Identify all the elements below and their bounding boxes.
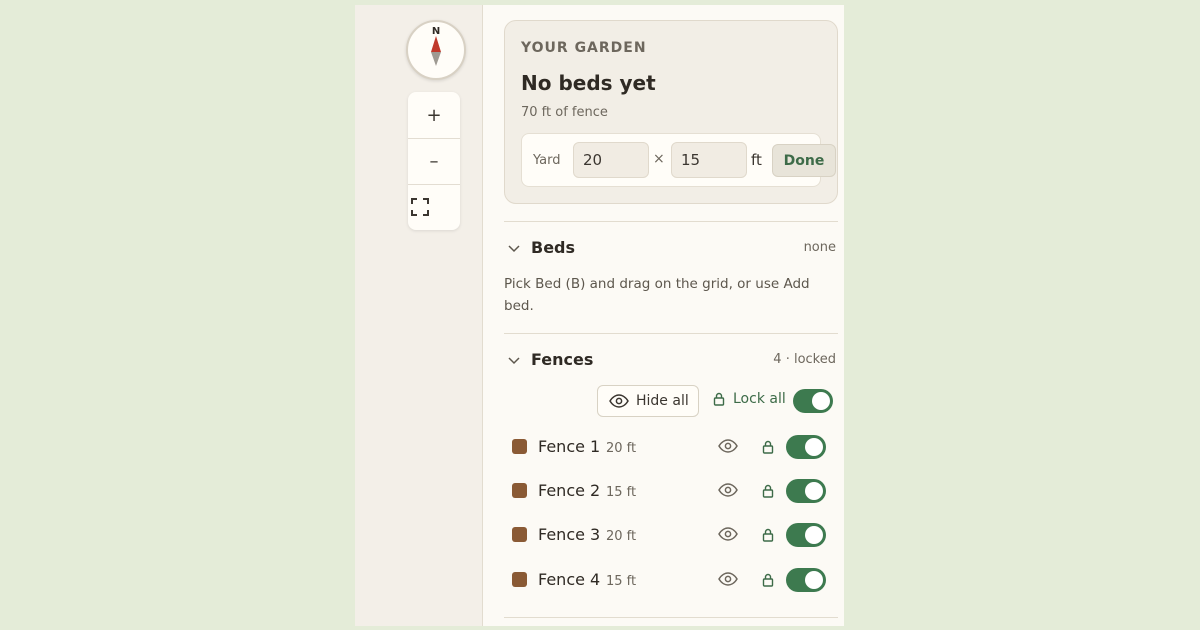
lock-icon bbox=[762, 483, 774, 502]
compass-button[interactable]: N bbox=[406, 20, 466, 80]
app-window: N + – YOUR GARDEN No beds yet 70 ft of f… bbox=[355, 5, 844, 626]
unit-label: ft bbox=[751, 151, 762, 169]
fences-title: Fences bbox=[531, 350, 594, 369]
hide-all-label: Hide all bbox=[636, 393, 689, 409]
fence-lock-toggle[interactable] bbox=[786, 479, 826, 503]
fence-lock-toggle[interactable] bbox=[786, 523, 826, 547]
lock-all-label: Lock all bbox=[733, 391, 786, 407]
toggle-knob bbox=[805, 482, 823, 500]
zoom-controls: + – bbox=[408, 92, 460, 230]
fence-length: 15 ft bbox=[606, 485, 637, 500]
fence-row[interactable]: Fence 1 20 ft bbox=[504, 431, 838, 463]
fence-length: 20 ft bbox=[606, 529, 637, 544]
toggle-knob bbox=[812, 392, 830, 410]
lock-icon bbox=[713, 392, 725, 406]
lock-all-control: Lock all bbox=[713, 391, 786, 407]
fit-to-screen-button[interactable] bbox=[408, 184, 460, 230]
eye-icon[interactable] bbox=[718, 438, 738, 457]
fence-color-swatch bbox=[512, 439, 527, 454]
fence-color-swatch bbox=[512, 572, 527, 587]
yard-width-input[interactable]: 20 bbox=[573, 142, 649, 178]
fences-section-header[interactable]: Fences 4 · locked bbox=[504, 349, 838, 373]
fence-length: 15 ft bbox=[606, 574, 637, 589]
yard-size-editor: Yard 20 × 15 ft Done bbox=[521, 133, 836, 187]
times-sign: × bbox=[653, 151, 665, 167]
yard-label: Yard bbox=[533, 153, 561, 168]
toggle-knob bbox=[805, 438, 823, 456]
hide-all-button[interactable]: Hide all bbox=[597, 385, 699, 417]
lock-icon bbox=[762, 572, 774, 591]
garden-eyebrow: YOUR GARDEN bbox=[521, 40, 647, 56]
divider bbox=[504, 221, 838, 222]
fence-color-swatch bbox=[512, 483, 527, 498]
fences-count: 4 · locked bbox=[773, 352, 836, 367]
toggle-knob bbox=[805, 526, 823, 544]
fence-total: 70 ft of fence bbox=[521, 105, 608, 120]
fence-row[interactable]: Fence 4 15 ft bbox=[504, 564, 838, 596]
garden-summary-card: YOUR GARDEN No beds yet 70 ft of fence Y… bbox=[504, 20, 838, 204]
beds-help-text: Pick Bed (B) and drag on the grid, or us… bbox=[504, 276, 810, 314]
zoom-out-button[interactable]: – bbox=[408, 138, 460, 185]
garden-title: No beds yet bbox=[521, 71, 656, 95]
lock-icon bbox=[762, 527, 774, 546]
lock-icon bbox=[762, 439, 774, 458]
fence-name: Fence 3 bbox=[538, 525, 601, 544]
fence-name: Fence 2 bbox=[538, 481, 601, 500]
fence-lock-toggle[interactable] bbox=[786, 435, 826, 459]
map-canvas[interactable]: N + – bbox=[355, 5, 482, 626]
compass-north-label: N bbox=[432, 26, 440, 37]
fence-row[interactable]: Fence 2 15 ft bbox=[504, 475, 838, 507]
eye-icon[interactable] bbox=[718, 571, 738, 590]
zoom-in-button[interactable]: + bbox=[408, 92, 460, 139]
fence-row[interactable]: Fence 3 20 ft bbox=[504, 519, 838, 551]
chevron-down-icon bbox=[508, 357, 520, 365]
fence-name: Fence 1 bbox=[538, 437, 601, 456]
fence-name: Fence 4 bbox=[538, 570, 601, 589]
beds-count: none bbox=[803, 240, 836, 255]
compass-icon: N bbox=[431, 26, 441, 66]
eye-icon[interactable] bbox=[718, 482, 738, 501]
divider bbox=[504, 333, 838, 334]
fence-lock-toggle[interactable] bbox=[786, 568, 826, 592]
fullscreen-icon bbox=[411, 198, 429, 216]
yard-height-input[interactable]: 15 bbox=[671, 142, 747, 178]
beds-title: Beds bbox=[531, 238, 576, 257]
done-button[interactable]: Done bbox=[772, 144, 836, 177]
eye-icon bbox=[609, 394, 629, 408]
eye-icon[interactable] bbox=[718, 526, 738, 545]
lock-all-toggle[interactable] bbox=[793, 389, 833, 413]
divider bbox=[504, 617, 838, 618]
fence-length: 20 ft bbox=[606, 441, 637, 456]
toggle-knob bbox=[805, 571, 823, 589]
fence-color-swatch bbox=[512, 527, 527, 542]
beds-section-header[interactable]: Beds none bbox=[504, 237, 838, 261]
chevron-down-icon bbox=[508, 245, 520, 253]
side-panel: YOUR GARDEN No beds yet 70 ft of fence Y… bbox=[482, 5, 844, 626]
